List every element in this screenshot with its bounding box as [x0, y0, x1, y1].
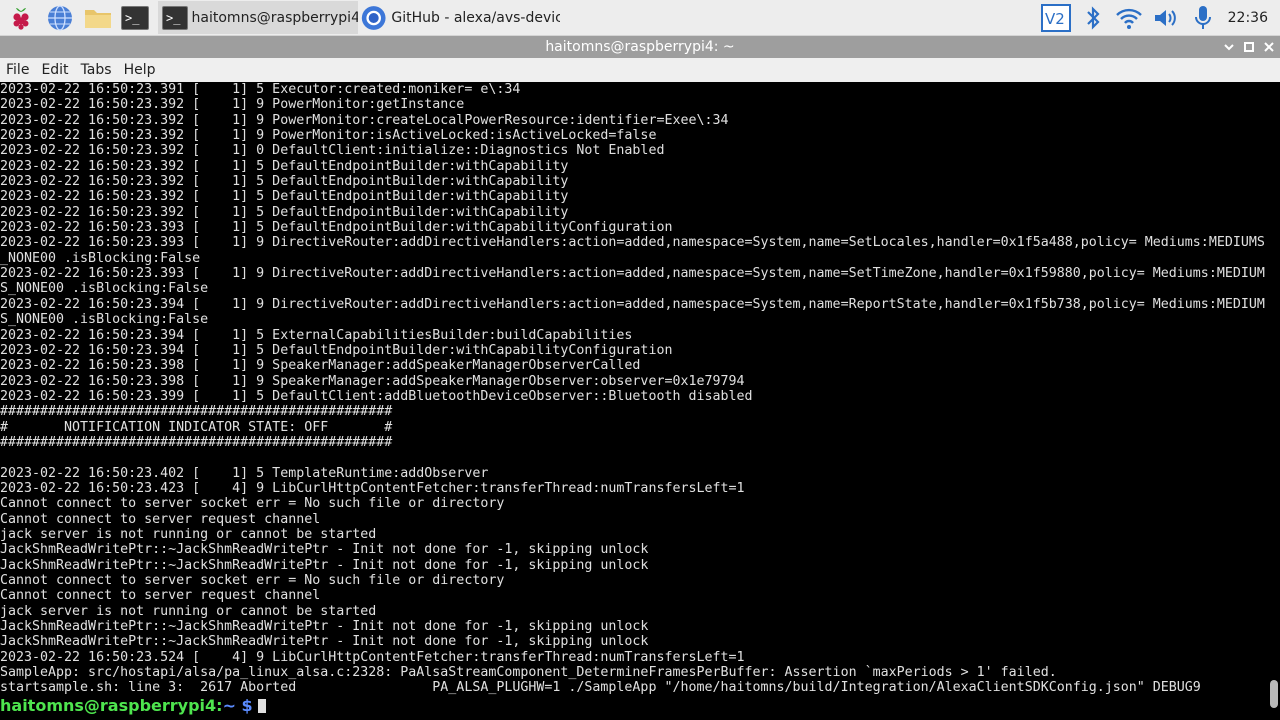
terminal-line: 2023-02-22 16:50:23.402 [ 1] 5 TemplateR…	[0, 465, 489, 481]
terminal-line: 2023-02-22 16:50:23.392 [ 1] 5 DefaultEn…	[0, 204, 569, 220]
vnc-icon[interactable]: V2	[1040, 3, 1072, 33]
terminal-line: 2023-02-22 16:50:23.394 [ 1] 5 ExternalC…	[0, 327, 633, 343]
clock[interactable]: 22:36	[1228, 0, 1268, 36]
terminal-line: 2023-02-22 16:50:23.392 [ 1] 5 DefaultEn…	[0, 189, 569, 205]
terminal-line: 2023-02-22 16:50:23.393 [ 1] 9 Directive…	[0, 266, 1265, 282]
terminal-line: 2023-02-22 16:50:23.392 [ 1] 9 PowerMoni…	[0, 128, 657, 144]
terminal-line: 2023-02-22 16:50:23.399 [ 1] 5 DefaultCl…	[0, 388, 753, 404]
terminal-line: 2023-02-22 16:50:23.392 [ 1] 0 DefaultCl…	[0, 143, 665, 159]
text-cursor	[257, 698, 266, 713]
svg-text:V2: V2	[1045, 10, 1065, 28]
terminal-line: 2023-02-22 16:50:23.392 [ 1] 5 DefaultEn…	[0, 158, 569, 174]
terminal-line: # NOTIFICATION INDICATOR STATE: OFF #	[0, 419, 393, 435]
prompt-user: haitomns@raspberrypi4	[0, 695, 217, 715]
terminal-line: jack server is not running or cannot be …	[0, 526, 377, 542]
window-titlebar[interactable]: haitomns@raspberrypi4: ~	[0, 36, 1280, 58]
terminal-line: _NONE00 .isBlocking:False	[0, 250, 201, 266]
menu-tabs[interactable]: Tabs	[75, 58, 118, 82]
terminal-lines: 2023-02-22 16:50:23.391 [ 1] 5 Executor:…	[0, 82, 1268, 696]
menu-edit[interactable]: Edit	[35, 58, 74, 82]
terminal-line: 2023-02-22 16:50:23.524 [ 4] 9 LibCurlHt…	[0, 649, 745, 665]
terminal-line: 2023-02-22 16:50:23.391 [ 1] 5 Executor:…	[0, 82, 521, 97]
terminal-line: 2023-02-22 16:50:23.392 [ 1] 9 PowerMoni…	[0, 112, 729, 128]
scrollbar[interactable]	[1268, 82, 1280, 720]
task-browser-label: GitHub - alexa/avs-devic...	[391, 9, 560, 26]
window-title: haitomns@raspberrypi4: ~	[545, 39, 735, 55]
terminal-line: Cannot connect to server socket err = No…	[0, 573, 505, 588]
terminal-line: S_NONE00 .isBlocking:False	[0, 312, 209, 328]
browser-globe-icon[interactable]	[45, 3, 75, 33]
terminal-line: S_NONE00 .isBlocking:False	[0, 281, 209, 297]
chromium-icon	[361, 5, 386, 30]
menu-bar: File Edit Tabs Help	[0, 58, 1280, 82]
terminal-line: ########################################…	[0, 404, 393, 420]
chevron-down-icon[interactable]	[1218, 36, 1240, 58]
terminal-line: JackShmReadWritePtr::~JackShmReadWritePt…	[0, 619, 649, 635]
prompt-path: ~ $	[222, 695, 253, 715]
terminal-line: 2023-02-22 16:50:23.423 [ 4] 9 LibCurlHt…	[0, 480, 745, 496]
terminal-launcher-icon[interactable]: >_	[120, 3, 150, 33]
terminal-line: 2023-02-22 16:50:23.398 [ 1] 9 SpeakerMa…	[0, 358, 641, 374]
raspberry-icon[interactable]	[6, 3, 36, 33]
menu-file[interactable]: File	[0, 58, 35, 82]
terminal-output[interactable]: 2023-02-22 16:50:23.391 [ 1] 5 Executor:…	[0, 82, 1268, 720]
terminal-line: SampleApp: src/hostapi/alsa/pa_linux_als…	[0, 665, 1057, 681]
microphone-icon[interactable]	[1188, 3, 1218, 33]
terminal-line: 2023-02-22 16:50:23.392 [ 1] 5 DefaultEn…	[0, 174, 569, 190]
terminal-line: 2023-02-22 16:50:23.398 [ 1] 9 SpeakerMa…	[0, 373, 745, 389]
task-terminal-label: haitomns@raspberrypi4:...	[191, 9, 358, 26]
terminal-line: JackShmReadWritePtr::~JackShmReadWritePt…	[0, 542, 649, 558]
bluetooth-icon[interactable]	[1078, 3, 1108, 33]
terminal-line: Cannot connect to server request channel	[0, 511, 321, 527]
terminal-line: jack server is not running or cannot be …	[0, 603, 377, 619]
terminal-line: Cannot connect to server socket err = No…	[0, 496, 505, 512]
terminal-line: JackShmReadWritePtr::~JackShmReadWritePt…	[0, 634, 649, 650]
menu-help[interactable]: Help	[118, 58, 162, 82]
terminal-icon: >_	[162, 5, 188, 30]
wifi-icon[interactable]	[1114, 3, 1144, 33]
taskbar: >_ >_ haitomns@raspberrypi4:... GitHub -…	[0, 0, 1280, 36]
volume-icon[interactable]	[1151, 3, 1181, 33]
task-terminal[interactable]: >_ haitomns@raspberrypi4:...	[158, 1, 358, 34]
terminal-line: JackShmReadWritePtr::~JackShmReadWritePt…	[0, 557, 649, 573]
terminal-line: ########################################…	[0, 434, 393, 450]
file-manager-icon[interactable]	[83, 3, 113, 33]
terminal-line: Cannot connect to server request channel	[0, 588, 321, 604]
terminal-line: 2023-02-22 16:50:23.393 [ 1] 9 Directive…	[0, 235, 1265, 251]
close-icon[interactable]	[1258, 36, 1280, 58]
scrollbar-thumb[interactable]	[1270, 680, 1278, 708]
terminal-line: 2023-02-22 16:50:23.394 [ 1] 5 DefaultEn…	[0, 342, 673, 358]
terminal-line: 2023-02-22 16:50:23.394 [ 1] 9 Directive…	[0, 296, 1265, 312]
task-browser[interactable]: GitHub - alexa/avs-devic...	[360, 1, 560, 34]
maximize-icon[interactable]	[1238, 36, 1260, 58]
prompt-line[interactable]: haitomns@raspberrypi4:~ $	[0, 696, 1268, 715]
terminal-line: 2023-02-22 16:50:23.392 [ 1] 9 PowerMoni…	[0, 97, 465, 113]
terminal-line: 2023-02-22 16:50:23.393 [ 1] 5 DefaultEn…	[0, 220, 673, 236]
terminal-line: startsample.sh: line 3: 2617 Aborted PA_…	[0, 680, 1201, 696]
